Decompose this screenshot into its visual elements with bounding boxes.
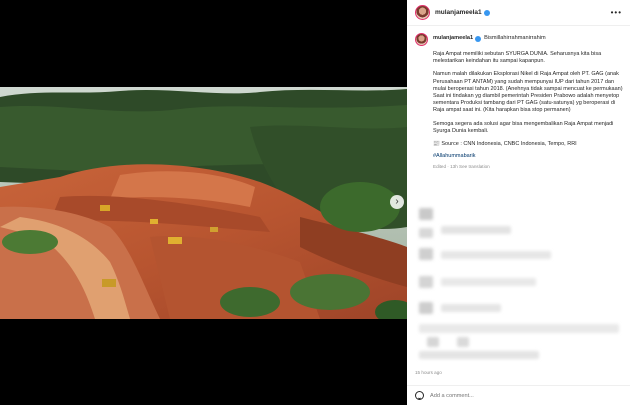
comment-avatar: [419, 228, 433, 238]
actions-bar: [419, 324, 619, 333]
post-time: 15 hours ago: [415, 370, 442, 375]
comment-text: [441, 278, 536, 286]
caption-body: Raja Ampat memiliki sebutan SYURGA DUNIA…: [433, 51, 625, 171]
comment-avatar: [419, 302, 433, 314]
post-header: mulanjameela1 •••: [407, 0, 630, 26]
verified-badge-icon: [483, 9, 490, 16]
media-viewer: ›: [0, 0, 407, 405]
post-meta[interactable]: Edited · 13h See translation: [433, 163, 625, 170]
caption-username[interactable]: mulanjameela1: [433, 35, 473, 41]
chevron-right-icon[interactable]: ›: [390, 195, 404, 209]
caption-first-line: Bismillahirrahmanirrahim: [484, 35, 546, 41]
caption-paragraph: Namun malah dilakukan Eksplorasi Nikel d…: [433, 71, 623, 92]
caption-paragraph: Raja Ampat memiliki sebutan SYURGA DUNIA…: [433, 51, 602, 65]
emoji-icon[interactable]: [415, 391, 424, 400]
avatar[interactable]: [415, 33, 428, 46]
add-comment-bar: [407, 385, 630, 405]
comment-avatar: [419, 208, 433, 220]
comment-input[interactable]: [430, 392, 580, 399]
comment-avatar: [427, 337, 439, 347]
comment-avatar: [419, 248, 433, 260]
hashtag-link[interactable]: #Allahummabarik: [433, 153, 625, 160]
caption-source: 📰 Source : CNN Indonesia, CNBC Indonesia…: [433, 141, 577, 148]
caption-paragraph: Saat ini tindakan yg diambil pemerintah …: [433, 93, 620, 114]
likes-text: [419, 351, 539, 359]
comment-text: [441, 304, 501, 312]
more-options-icon[interactable]: •••: [611, 8, 622, 17]
caption-paragraph: Semoga segera ada solusi agar bisa menge…: [433, 120, 614, 134]
blurred-comments: [417, 206, 624, 362]
comment-avatar: [457, 337, 469, 347]
caption: mulanjameela1 Bismillahirrahmanirrahim R…: [415, 33, 625, 171]
verified-badge-icon: [475, 36, 482, 42]
comment-text: [441, 251, 551, 259]
comment-text: [441, 226, 511, 234]
comment-avatar: [419, 276, 433, 288]
avatar[interactable]: [415, 5, 430, 20]
header-username[interactable]: mulanjameela1: [435, 9, 482, 16]
post-photo[interactable]: [0, 87, 407, 319]
